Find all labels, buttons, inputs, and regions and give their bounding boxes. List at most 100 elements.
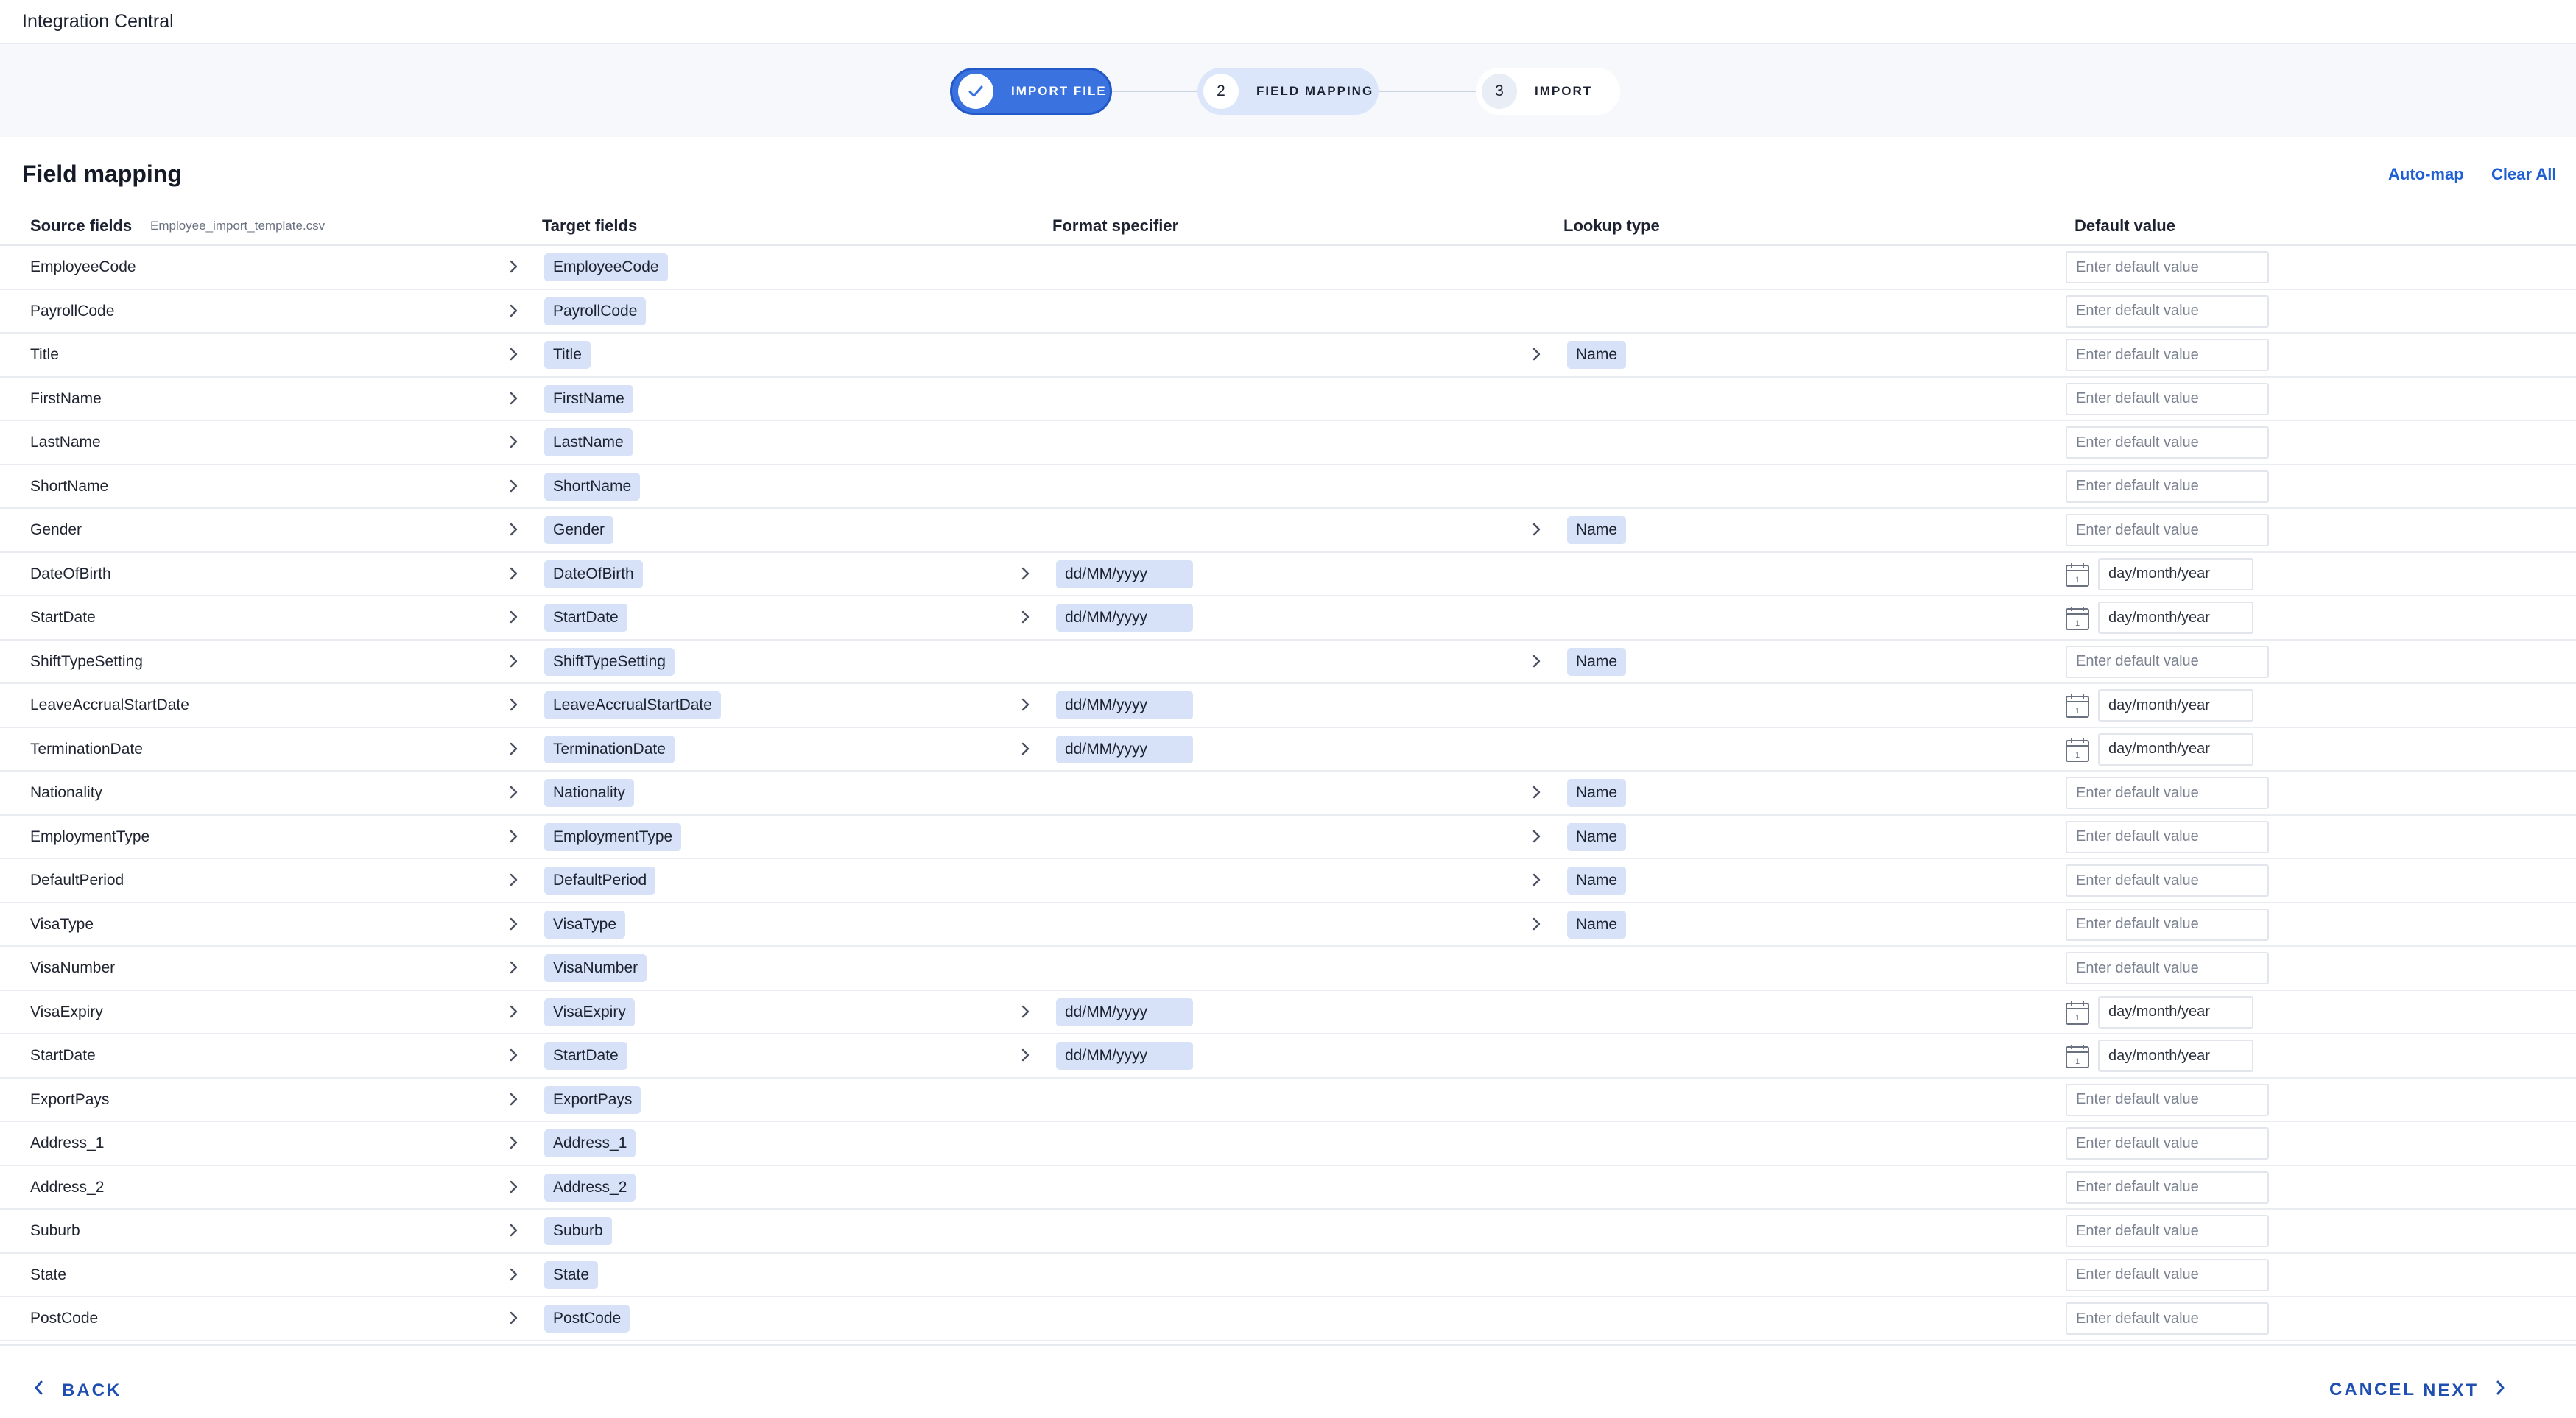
default-value-input[interactable] bbox=[2066, 470, 2269, 503]
target-field-chip[interactable]: DefaultPeriod bbox=[544, 867, 656, 895]
lookup-type-chip[interactable]: Name bbox=[1567, 341, 1627, 369]
target-field-chip[interactable]: Gender bbox=[544, 516, 614, 544]
chevron-right-icon[interactable] bbox=[502, 781, 524, 803]
target-field-chip[interactable]: ShortName bbox=[544, 472, 641, 501]
default-value-input[interactable] bbox=[2066, 382, 2269, 415]
chevron-right-icon[interactable] bbox=[502, 1176, 524, 1198]
chevron-right-icon[interactable] bbox=[1014, 562, 1036, 585]
chevron-right-icon[interactable] bbox=[1014, 1001, 1036, 1023]
target-field-chip[interactable]: PostCode bbox=[544, 1305, 630, 1333]
target-field-chip[interactable]: Address_1 bbox=[544, 1129, 636, 1157]
step-import-file[interactable]: IMPORT FILE bbox=[950, 68, 1112, 115]
format-specifier-chip[interactable]: dd/MM/yyyy bbox=[1056, 998, 1193, 1026]
target-field-chip[interactable]: VisaExpiry bbox=[544, 998, 635, 1026]
chevron-right-icon[interactable] bbox=[1014, 694, 1036, 716]
chevron-right-icon[interactable] bbox=[502, 738, 524, 760]
chevron-right-icon[interactable] bbox=[502, 387, 524, 409]
chevron-right-icon[interactable] bbox=[502, 825, 524, 847]
default-value-input[interactable] bbox=[2066, 864, 2269, 897]
chevron-right-icon[interactable] bbox=[502, 650, 524, 672]
default-value-input[interactable] bbox=[2066, 952, 2269, 984]
step-import[interactable]: 3 IMPORT bbox=[1476, 68, 1620, 115]
target-field-chip[interactable]: StartDate bbox=[544, 1042, 627, 1070]
target-field-chip[interactable]: Nationality bbox=[544, 779, 635, 807]
target-field-chip[interactable]: StartDate bbox=[544, 604, 627, 632]
target-field-chip[interactable]: VisaType bbox=[544, 910, 625, 939]
lookup-type-chip[interactable]: Name bbox=[1567, 822, 1627, 851]
target-field-chip[interactable]: ShiftTypeSetting bbox=[544, 647, 675, 676]
calendar-icon[interactable]: 1 bbox=[2064, 737, 2091, 763]
cancel-button[interactable]: CANCEL bbox=[2329, 1380, 2416, 1400]
lookup-type-chip[interactable]: Name bbox=[1567, 779, 1627, 807]
default-value-input[interactable] bbox=[2066, 820, 2269, 853]
chevron-right-icon[interactable] bbox=[502, 913, 524, 935]
chevron-right-icon[interactable] bbox=[502, 1001, 524, 1023]
default-value-input[interactable] bbox=[2066, 645, 2269, 678]
chevron-right-icon[interactable] bbox=[1525, 825, 1547, 847]
chevron-right-icon[interactable] bbox=[1525, 650, 1547, 672]
step-field-mapping[interactable]: 2 FIELD MAPPING bbox=[1197, 68, 1379, 115]
target-field-chip[interactable]: TerminationDate bbox=[544, 735, 675, 763]
target-field-chip[interactable]: PayrollCode bbox=[544, 297, 647, 325]
chevron-right-icon[interactable] bbox=[502, 255, 524, 278]
lookup-type-chip[interactable]: Name bbox=[1567, 647, 1627, 676]
lookup-type-chip[interactable]: Name bbox=[1567, 910, 1627, 939]
target-field-chip[interactable]: ExportPays bbox=[544, 1085, 641, 1114]
chevron-right-icon[interactable] bbox=[502, 869, 524, 891]
chevron-right-icon[interactable] bbox=[502, 606, 524, 628]
target-field-chip[interactable]: VisaNumber bbox=[544, 954, 647, 982]
default-date-input[interactable] bbox=[2098, 1040, 2253, 1072]
chevron-right-icon[interactable] bbox=[1525, 781, 1547, 803]
default-value-input[interactable] bbox=[2066, 1302, 2269, 1335]
target-field-chip[interactable]: Title bbox=[544, 341, 591, 369]
chevron-right-icon[interactable] bbox=[1525, 913, 1547, 935]
default-value-input[interactable] bbox=[2066, 1083, 2269, 1116]
format-specifier-chip[interactable]: dd/MM/yyyy bbox=[1056, 1042, 1193, 1070]
lookup-type-chip[interactable]: Name bbox=[1567, 867, 1627, 895]
calendar-icon[interactable]: 1 bbox=[2064, 693, 2091, 719]
default-value-input[interactable] bbox=[2066, 908, 2269, 941]
format-specifier-chip[interactable]: dd/MM/yyyy bbox=[1056, 604, 1193, 632]
auto-map-button[interactable]: Auto-map bbox=[2388, 165, 2464, 184]
target-field-chip[interactable]: DateOfBirth bbox=[544, 560, 643, 588]
chevron-right-icon[interactable] bbox=[502, 1044, 524, 1066]
chevron-right-icon[interactable] bbox=[502, 1263, 524, 1285]
next-button[interactable]: NEXT bbox=[2423, 1380, 2507, 1401]
chevron-right-icon[interactable] bbox=[502, 475, 524, 497]
default-date-input[interactable] bbox=[2098, 602, 2253, 634]
chevron-right-icon[interactable] bbox=[502, 431, 524, 453]
chevron-right-icon[interactable] bbox=[1525, 343, 1547, 365]
default-value-input[interactable] bbox=[2066, 777, 2269, 809]
default-value-input[interactable] bbox=[2066, 294, 2269, 328]
format-specifier-chip[interactable]: dd/MM/yyyy bbox=[1056, 735, 1193, 763]
default-value-input[interactable] bbox=[2066, 1258, 2269, 1291]
default-value-input[interactable] bbox=[2066, 1215, 2269, 1247]
format-specifier-chip[interactable]: dd/MM/yyyy bbox=[1056, 691, 1193, 719]
chevron-right-icon[interactable] bbox=[502, 518, 524, 540]
default-value-input[interactable] bbox=[2066, 251, 2269, 283]
chevron-right-icon[interactable] bbox=[502, 1219, 524, 1241]
target-field-chip[interactable]: LastName bbox=[544, 428, 633, 456]
default-value-input[interactable] bbox=[2066, 339, 2269, 371]
chevron-right-icon[interactable] bbox=[1014, 738, 1036, 760]
chevron-right-icon[interactable] bbox=[1014, 606, 1036, 628]
lookup-type-chip[interactable]: Name bbox=[1567, 516, 1627, 544]
chevron-right-icon[interactable] bbox=[502, 1307, 524, 1329]
calendar-icon[interactable]: 1 bbox=[2064, 1043, 2091, 1070]
chevron-right-icon[interactable] bbox=[1014, 1044, 1036, 1066]
default-value-input[interactable] bbox=[2066, 1171, 2269, 1204]
chevron-right-icon[interactable] bbox=[502, 956, 524, 978]
default-date-input[interactable] bbox=[2098, 689, 2253, 722]
chevron-right-icon[interactable] bbox=[1525, 518, 1547, 540]
chevron-right-icon[interactable] bbox=[502, 562, 524, 585]
calendar-icon[interactable]: 1 bbox=[2064, 1000, 2091, 1026]
default-value-input[interactable] bbox=[2066, 514, 2269, 546]
target-field-chip[interactable]: Suburb bbox=[544, 1217, 612, 1245]
target-field-chip[interactable]: FirstName bbox=[544, 384, 633, 413]
chevron-right-icon[interactable] bbox=[502, 1088, 524, 1110]
target-field-chip[interactable]: EmploymentType bbox=[544, 822, 682, 851]
default-date-input[interactable] bbox=[2098, 995, 2253, 1029]
chevron-right-icon[interactable] bbox=[502, 300, 524, 322]
target-field-chip[interactable]: Address_2 bbox=[544, 1173, 636, 1202]
default-date-input[interactable] bbox=[2098, 733, 2253, 766]
